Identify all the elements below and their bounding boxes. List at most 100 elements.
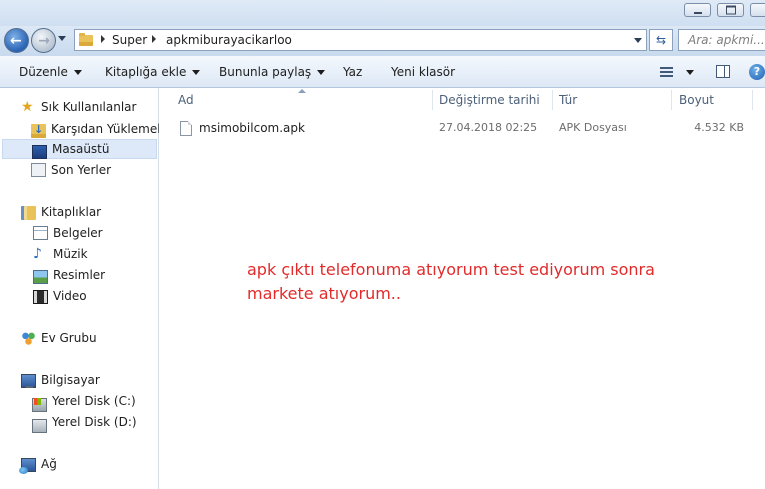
file-size: 4.532 KB	[694, 121, 744, 134]
refresh-icon: ⇆	[655, 33, 667, 47]
star-icon: ★	[21, 99, 34, 115]
chevron-down-icon	[73, 70, 82, 75]
sidebar-libraries[interactable]: Kitaplıklar	[21, 202, 157, 222]
sidebar-item-downloads[interactable]: Karşıdan Yüklemeler	[31, 119, 173, 140]
sidebar-item-desktop[interactable]: Masaüstü	[2, 139, 157, 159]
apk-file-icon	[180, 121, 192, 136]
file-type: APK Dosyası	[559, 121, 627, 134]
sidebar-favorites[interactable]: ★ Sık Kullanılanlar	[21, 97, 157, 117]
annotation-line: apk çıktı telefonuma atıyorum test ediyo…	[247, 260, 655, 279]
sidebar-homegroup[interactable]: Ev Grubu	[21, 328, 157, 348]
sidebar-item-label: Yerel Disk (C:)	[52, 394, 136, 408]
burn-button[interactable]: Yaz	[343, 65, 362, 79]
sidebar-item-label: Kitaplıklar	[41, 205, 102, 219]
change-view-icon[interactable]	[660, 67, 673, 77]
recent-places-icon	[31, 163, 46, 177]
new-folder-label: Yeni klasör	[391, 65, 456, 79]
sidebar-item-music[interactable]: ♪ Müzik	[33, 244, 157, 264]
address-bar[interactable]: Super apkmiburayacikarloo	[74, 29, 647, 51]
sidebar-item-pictures[interactable]: Resimler	[33, 265, 157, 285]
minimize-button[interactable]	[684, 3, 711, 17]
sidebar-item-label: Belgeler	[53, 226, 103, 240]
pictures-icon	[33, 270, 48, 284]
address-row: ← → Super apkmiburayacikarloo ⇆ Ara: apk…	[0, 26, 765, 56]
computer-icon	[21, 374, 36, 388]
sidebar-item-label: Karşıdan Yüklemeler	[51, 122, 173, 136]
preview-pane-icon[interactable]	[716, 65, 730, 78]
local-disk-c-icon	[32, 398, 47, 412]
column-divider[interactable]	[432, 90, 433, 110]
forward-arrow-icon: →	[38, 32, 50, 49]
address-history-dropdown-icon[interactable]	[634, 38, 642, 43]
annotation-line: markete atıyorum..	[247, 284, 401, 303]
sidebar-item-local-disk-c[interactable]: Yerel Disk (C:)	[32, 391, 157, 412]
burn-label: Yaz	[343, 65, 363, 79]
sidebar-item-label: Video	[53, 289, 87, 303]
command-bar: Düzenle Kitaplığa ekle Bununla paylaş Ya…	[0, 56, 765, 88]
view-options-dropdown-icon[interactable]	[686, 70, 694, 75]
back-button[interactable]: ←	[4, 28, 29, 53]
network-icon	[19, 458, 36, 474]
new-folder-button[interactable]: Yeni klasör	[391, 65, 455, 79]
sidebar-computer[interactable]: Bilgisayar	[21, 370, 157, 390]
navigation-pane: ★ Sık Kullanılanlar Karşıdan Yüklemeler …	[0, 88, 173, 489]
file-date-modified: 27.04.2018 02:25	[439, 121, 538, 134]
column-divider[interactable]	[552, 90, 553, 110]
sidebar-item-label: Masaüstü	[52, 142, 110, 156]
sidebar-item-label: Resimler	[53, 268, 106, 282]
column-divider[interactable]	[671, 90, 672, 110]
sidebar-item-label: Son Yerler	[51, 163, 112, 177]
downloads-icon	[31, 120, 46, 140]
local-disk-d-icon	[32, 419, 47, 433]
folder-icon	[79, 33, 93, 46]
chevron-down-icon	[192, 70, 201, 75]
sidebar-item-recent-places[interactable]: Son Yerler	[31, 160, 157, 180]
share-with-button[interactable]: Bununla paylaş	[219, 65, 326, 79]
music-icon: ♪	[33, 246, 42, 262]
recent-pages-dropdown[interactable]	[58, 36, 66, 41]
breadcrumb-super[interactable]: Super	[112, 33, 147, 47]
minimize-icon	[693, 12, 702, 14]
maximize-icon	[725, 5, 736, 15]
file-list-view: Ad Değiştirme tarihi Tür Boyut msimobilc…	[159, 88, 765, 489]
video-icon	[33, 290, 48, 304]
sidebar-item-documents[interactable]: Belgeler	[33, 223, 157, 243]
sidebar-item-label: Ağ	[41, 457, 57, 471]
homegroup-icon	[21, 331, 36, 345]
column-divider[interactable]	[752, 90, 753, 110]
sidebar-item-label: Yerel Disk (D:)	[52, 415, 137, 429]
file-name: msimobilcom.apk	[199, 121, 305, 135]
sidebar-item-label: Sık Kullanılanlar	[41, 100, 137, 114]
sidebar-item-video[interactable]: Video	[33, 286, 157, 306]
close-button[interactable]	[750, 3, 765, 17]
sidebar-item-label: Müzik	[53, 247, 88, 261]
column-header-date-modified[interactable]: Değiştirme tarihi	[439, 88, 540, 112]
forward-button[interactable]: →	[31, 28, 56, 53]
desktop-icon	[32, 145, 47, 159]
column-header-type[interactable]: Tür	[559, 88, 577, 112]
organize-button[interactable]: Düzenle	[19, 65, 82, 79]
search-placeholder: Ara: apkmi...	[688, 33, 765, 47]
maximize-button[interactable]	[717, 3, 744, 17]
help-icon[interactable]: ?	[749, 64, 765, 80]
library-icon	[21, 206, 36, 220]
sidebar-network[interactable]: Ağ	[19, 454, 157, 474]
column-header-size[interactable]: Boyut	[679, 88, 714, 112]
share-label: Bununla paylaş	[219, 65, 312, 79]
window-titlebar	[0, 0, 765, 26]
breadcrumb-current-folder[interactable]: apkmiburayacikarloo	[166, 33, 292, 47]
breadcrumb-separator-icon[interactable]	[152, 35, 156, 43]
file-row[interactable]: msimobilcom.apk 27.04.2018 02:25 APK Dos…	[167, 118, 755, 140]
documents-icon	[33, 226, 48, 240]
include-in-library-button[interactable]: Kitaplığa ekle	[105, 65, 201, 79]
sidebar-item-label: Ev Grubu	[41, 331, 97, 345]
sort-ascending-icon	[298, 89, 306, 93]
column-header-name[interactable]: Ad	[178, 88, 194, 112]
sidebar-item-label: Bilgisayar	[41, 373, 100, 387]
search-input[interactable]: Ara: apkmi...	[678, 29, 765, 51]
breadcrumb-separator-icon[interactable]	[101, 35, 105, 43]
refresh-button[interactable]: ⇆	[649, 29, 673, 51]
chevron-down-icon	[317, 70, 326, 75]
include-library-label: Kitaplığa ekle	[105, 65, 187, 79]
sidebar-item-local-disk-d[interactable]: Yerel Disk (D:)	[32, 412, 157, 433]
